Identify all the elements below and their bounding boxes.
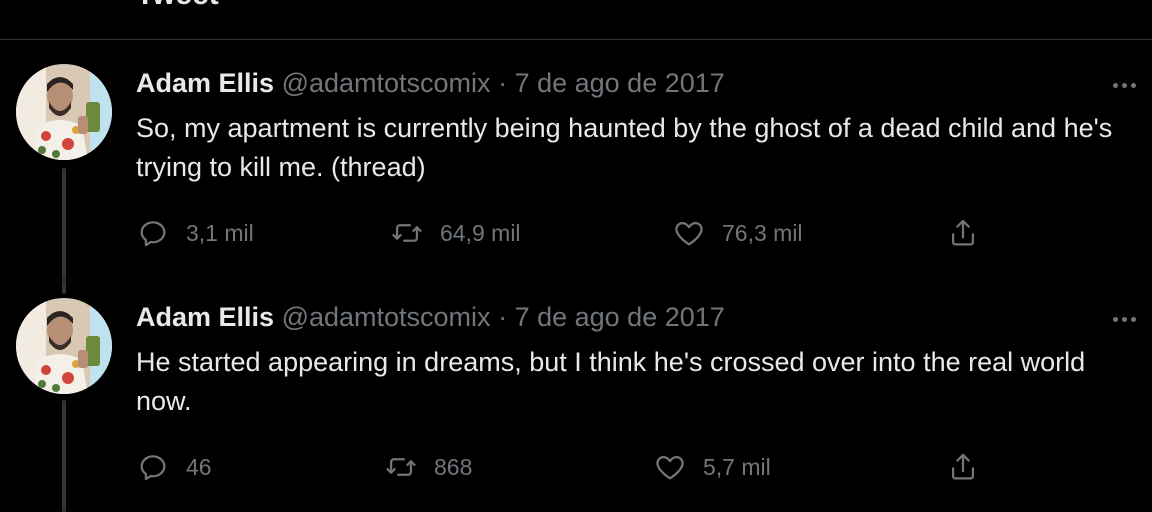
avatar[interactable] [16,298,112,394]
retweet-icon [384,450,418,484]
retweet-count: 868 [434,453,473,480]
retweet-button[interactable]: 868 [384,447,472,487]
share-button[interactable] [946,447,980,487]
tweet-header: Adam Ellis @adamtotscomix · 7 de ago de … [136,301,725,333]
reply-icon [136,216,170,250]
page-header: Tweet [0,0,1152,40]
tweet-text: So, my apartment is currently being haun… [136,113,1113,182]
tweet-item[interactable]: Adam Ellis @adamtotscomix · 7 de ago de … [0,280,1152,512]
avatar[interactable] [16,64,112,160]
more-options-icon[interactable] [1106,75,1142,95]
tweet-item[interactable]: Adam Ellis @adamtotscomix · 7 de ago de … [0,40,1152,280]
more-options-icon[interactable] [1106,309,1142,329]
meta-separator: · [498,302,508,332]
reply-button[interactable]: 46 [136,447,212,487]
share-icon [946,216,980,250]
author-name[interactable]: Adam Ellis [136,68,274,98]
thread-connector [62,400,66,512]
tweet-actions: 46 868 5,7 mil [136,447,996,487]
thread-connector [62,168,66,280]
author-handle[interactable]: @adamtotscomix [282,302,491,332]
reply-count: 46 [186,453,212,480]
retweet-count: 64,9 mil [440,219,521,246]
tweet-date[interactable]: 7 de ago de 2017 [515,302,725,332]
meta-separator: · [498,68,508,98]
reply-button[interactable]: 3,1 mil [136,213,254,253]
heart-icon [653,450,687,484]
heart-icon [672,216,706,250]
like-button[interactable]: 5,7 mil [653,447,771,487]
tweet-header: Adam Ellis @adamtotscomix · 7 de ago de … [136,67,725,99]
like-count: 76,3 mil [722,219,803,246]
share-icon [946,450,980,484]
reply-count: 3,1 mil [186,219,254,246]
author-name[interactable]: Adam Ellis [136,302,274,332]
tweet-actions: 3,1 mil 64,9 mil 76,3 mil [136,213,996,253]
tweet-date[interactable]: 7 de ago de 2017 [515,68,725,98]
tweet-text: He started appearing in dreams, but I th… [136,347,1086,416]
like-button[interactable]: 76,3 mil [672,213,803,253]
thread-connector [62,280,66,294]
reply-icon [136,450,170,484]
retweet-button[interactable]: 64,9 mil [390,213,521,253]
share-button[interactable] [946,213,980,253]
retweet-icon [390,216,424,250]
page-title: Tweet [136,0,219,12]
like-count: 5,7 mil [703,453,771,480]
author-handle[interactable]: @adamtotscomix [282,68,491,98]
